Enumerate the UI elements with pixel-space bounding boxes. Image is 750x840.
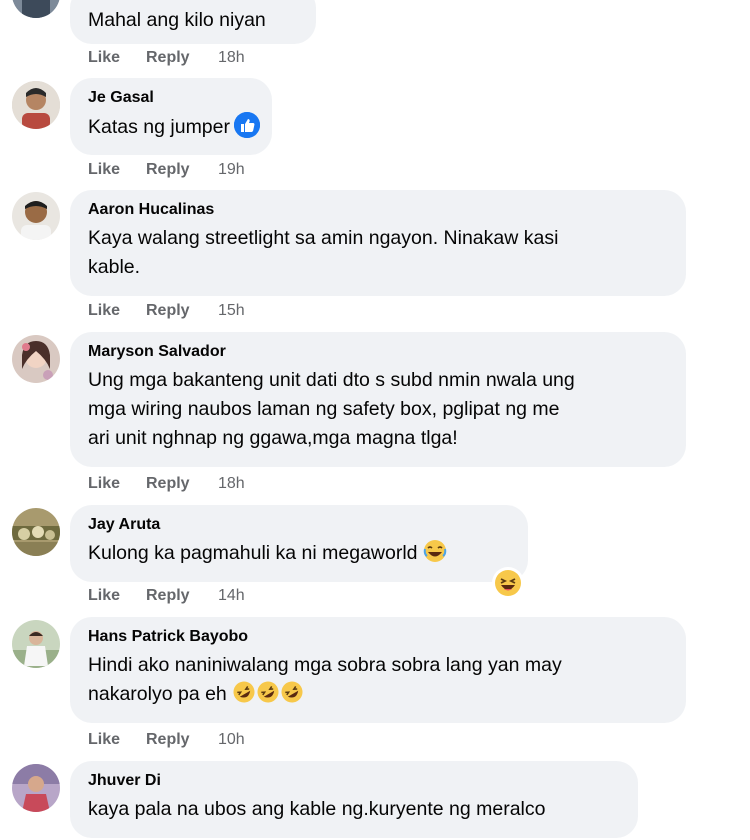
comment-timestamp[interactable]: 19h <box>218 160 245 180</box>
comment-bubble: Mahal ang kilo niyan <box>70 0 316 44</box>
comment-line: kaya pala na ubos ang kable ng.kuryente … <box>88 798 546 820</box>
reply-button[interactable]: Reply <box>146 160 218 180</box>
avatar[interactable] <box>12 508 60 556</box>
avatar[interactable] <box>12 620 60 668</box>
comment-actions: Like Reply 18h <box>88 474 245 494</box>
commenter-name[interactable]: Jay Aruta <box>88 515 510 535</box>
comment-line: mga wiring naubos laman ng safety box, p… <box>88 398 560 420</box>
thumbs-up-icon <box>234 112 260 138</box>
comment-bubble: Aaron Hucalinas Kaya walang streetlight … <box>70 190 686 296</box>
comment-text: Katas ng jumper <box>88 112 260 142</box>
like-button[interactable]: Like <box>88 160 146 180</box>
comment-text: Kaya walang streetlight sa amin ngayon. … <box>88 224 668 282</box>
comment-line: nakarolyo pa eh <box>88 683 227 705</box>
laughing-emoji-icon <box>423 539 447 572</box>
commenter-name[interactable]: Maryson Salvador <box>88 342 668 362</box>
avatar[interactable] <box>12 0 60 18</box>
laughing-emoji-icon <box>495 570 521 596</box>
rolling-laughing-emoji-icon <box>280 680 304 713</box>
comment-line: Hindi ako naniniwalang mga sobra sobra l… <box>88 654 562 676</box>
comment-bubble: Jhuver Di kaya pala na ubos ang kable ng… <box>70 761 638 838</box>
comment-actions: Like Reply 10h <box>88 730 245 750</box>
comment-actions: Like Reply 14h <box>88 586 245 606</box>
commenter-name[interactable]: Aaron Hucalinas <box>88 200 668 220</box>
comment-bubble: Jay Aruta Kulong ka pagmahuli ka ni mega… <box>70 505 528 582</box>
comment-timestamp[interactable]: 10h <box>218 730 245 750</box>
comment-timestamp[interactable]: 14h <box>218 586 245 606</box>
comment-bubble: Maryson Salvador Ung mga bakanteng unit … <box>70 332 686 467</box>
comment-timestamp[interactable]: 18h <box>218 48 245 68</box>
avatar[interactable] <box>12 81 60 129</box>
like-button[interactable]: Like <box>88 48 146 68</box>
comment-actions: Like Reply 18h <box>88 48 245 68</box>
comment-line: ari unit nghnap ng ggawa,mga magna tlga! <box>88 427 458 449</box>
comment-text: kaya pala na ubos ang kable ng.kuryente … <box>88 795 620 824</box>
comment-text: Mahal ang kilo niyan <box>88 6 298 35</box>
comment-line: Ung mga bakanteng unit dati dto s subd n… <box>88 369 575 391</box>
comment-text: Kulong ka pagmahuli ka ni megaworld <box>88 539 510 572</box>
reply-button[interactable]: Reply <box>146 586 218 606</box>
comment-timestamp[interactable]: 18h <box>218 474 245 494</box>
avatar[interactable] <box>12 192 60 240</box>
reply-button[interactable]: Reply <box>146 730 218 750</box>
comment-timestamp[interactable]: 15h <box>218 301 245 321</box>
like-button[interactable]: Like <box>88 301 146 321</box>
like-button[interactable]: Like <box>88 586 146 606</box>
avatar[interactable] <box>12 764 60 812</box>
comment-line: Kulong ka pagmahuli ka ni megaworld <box>88 542 418 564</box>
rolling-laughing-emoji-icon <box>232 680 256 713</box>
comment-bubble: Hans Patrick Bayobo Hindi ako naniniwala… <box>70 617 686 723</box>
comment-text: Ung mga bakanteng unit dati dto s subd n… <box>88 366 668 453</box>
reply-button[interactable]: Reply <box>146 474 218 494</box>
commenter-name[interactable]: Je Gasal <box>88 88 254 108</box>
comment-actions: Like Reply 19h <box>88 160 245 180</box>
reply-button[interactable]: Reply <box>146 48 218 68</box>
like-button[interactable]: Like <box>88 474 146 494</box>
comment-line: Katas ng jumper <box>88 116 230 138</box>
comment-bubble: Je Gasal Katas ng jumper <box>70 78 272 155</box>
reply-button[interactable]: Reply <box>146 301 218 321</box>
comment-text: Hindi ako naniniwalang mga sobra sobra l… <box>88 651 668 713</box>
comment-line: Mahal ang kilo niyan <box>88 9 266 31</box>
commenter-name[interactable]: Jhuver Di <box>88 771 620 791</box>
haha-reaction-badge[interactable] <box>492 567 524 599</box>
like-button[interactable]: Like <box>88 730 146 750</box>
commenter-name[interactable]: Hans Patrick Bayobo <box>88 627 668 647</box>
comment-line: Kaya walang streetlight sa amin ngayon. … <box>88 227 559 249</box>
comment-line: kable. <box>88 256 141 278</box>
rolling-laughing-emoji-icon <box>256 680 280 713</box>
comment-actions: Like Reply 15h <box>88 301 245 321</box>
avatar[interactable] <box>12 335 60 383</box>
